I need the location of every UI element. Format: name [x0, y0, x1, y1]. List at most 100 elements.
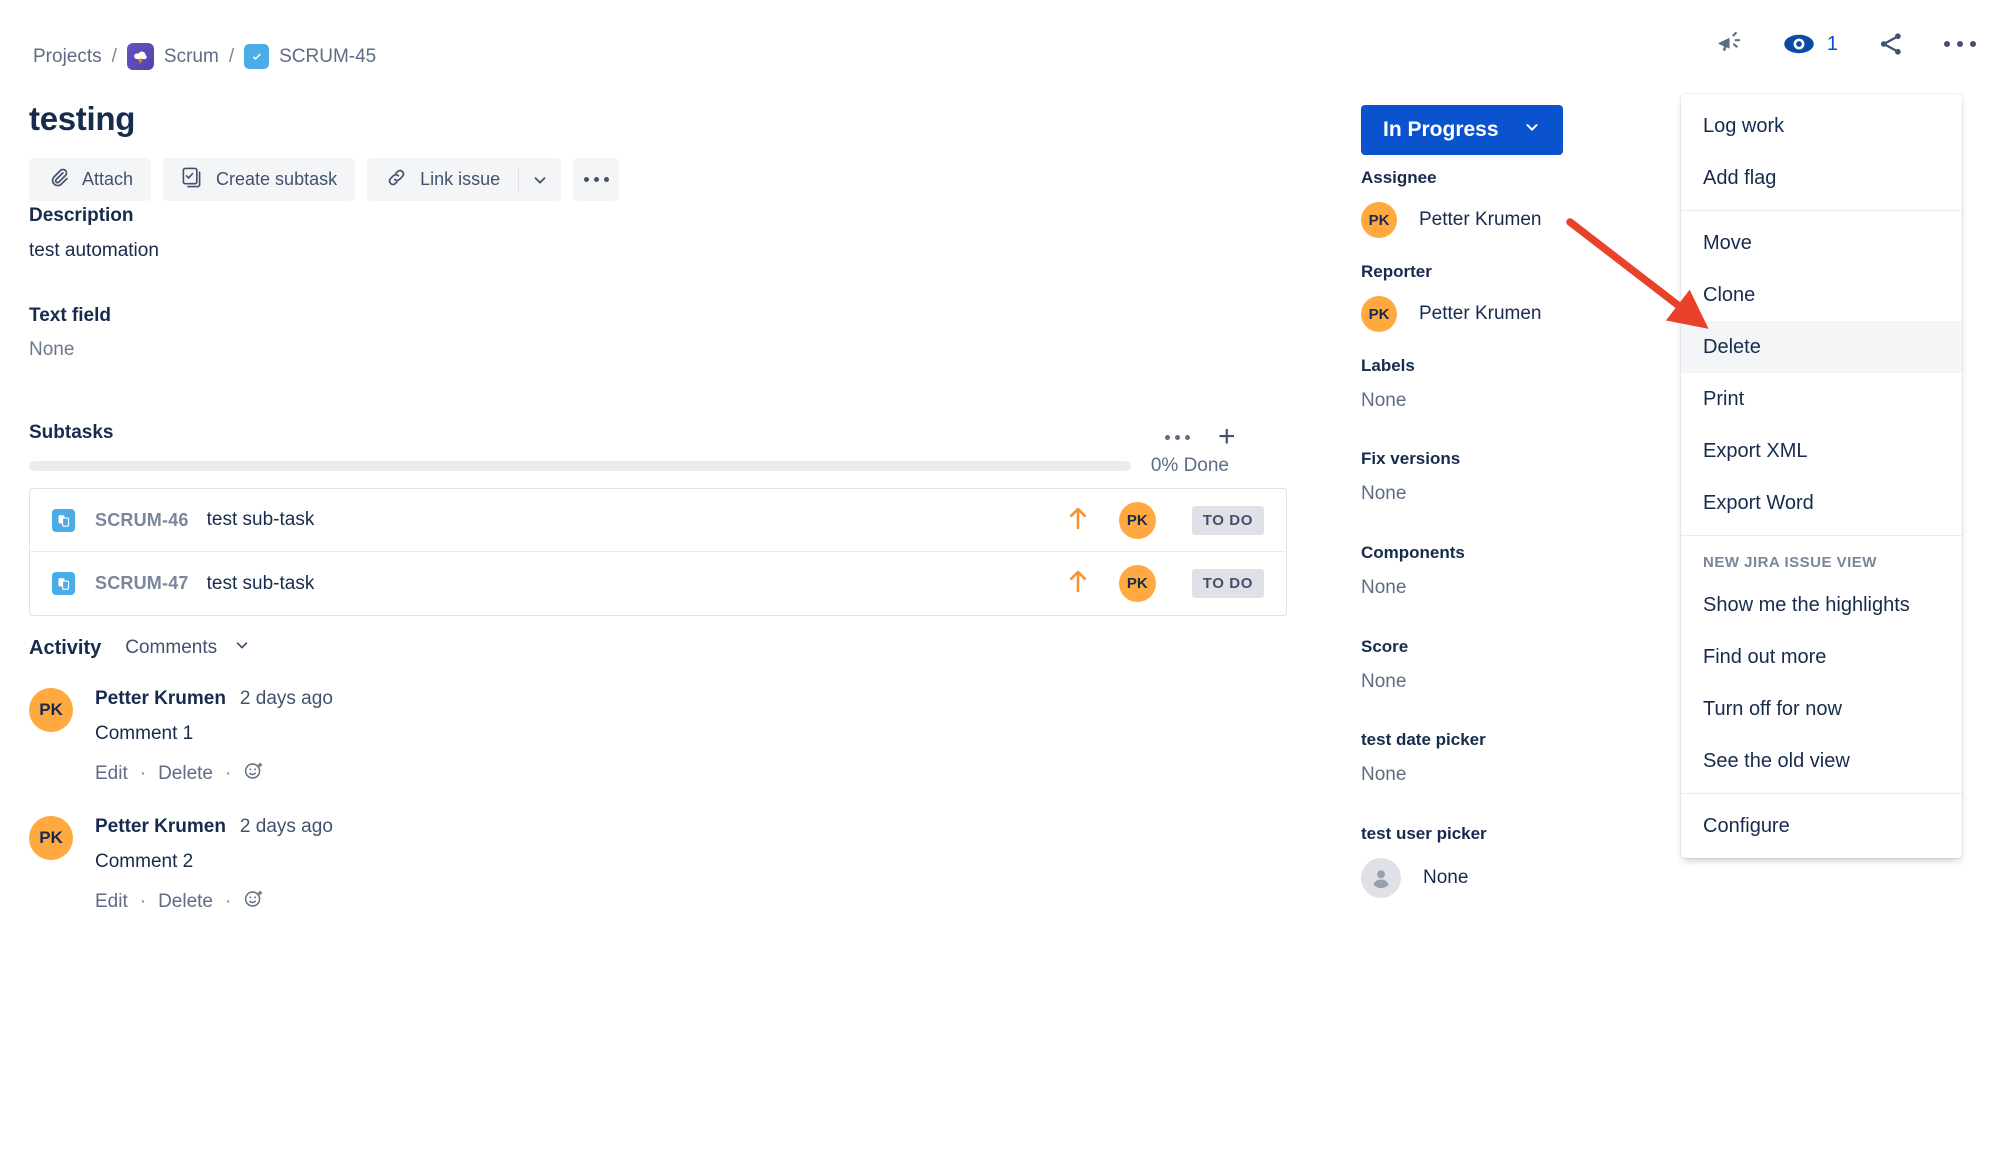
dot [1185, 434, 1190, 440]
priority-medium-icon[interactable] [1067, 505, 1089, 536]
comment-author[interactable]: Petter Krumen [95, 688, 226, 710]
add-reaction-icon[interactable] [243, 760, 265, 788]
default-user-avatar-icon [1361, 858, 1401, 898]
field-value[interactable]: None [1361, 577, 1465, 599]
sidebar-field-components: Components None [1361, 543, 1465, 599]
breadcrumb-separator-1: / [111, 45, 117, 67]
subtask-checkbox-icon [181, 166, 204, 194]
sidebar-field-test-user-picker: test user picker None [1361, 824, 1487, 898]
menu-item-print[interactable]: Print [1681, 373, 1962, 425]
page-title[interactable]: testing [29, 100, 135, 138]
field-label: test user picker [1361, 824, 1487, 843]
table-row[interactable]: SCRUM-47 test sub-task PK TO DO [30, 552, 1286, 615]
feedback-megaphone-icon[interactable] [1713, 28, 1745, 60]
breadcrumb-project-link[interactable]: Scrum [164, 46, 219, 68]
menu-section-heading: NEW JIRA ISSUE VIEW [1703, 554, 1877, 571]
field-label: Components [1361, 543, 1465, 562]
activity-filter-comments[interactable]: Comments [125, 636, 251, 660]
comment-delete-link[interactable]: Delete [158, 891, 213, 913]
menu-item-clone[interactable]: Clone [1681, 269, 1962, 321]
comment-edit-link[interactable]: Edit [95, 763, 128, 785]
text-field-value[interactable]: None [29, 339, 74, 361]
subtasks-progress: 0% Done [29, 455, 1229, 477]
menu-item-configure[interactable]: Configure [1681, 800, 1962, 852]
table-row[interactable]: SCRUM-46 test sub-task PK TO DO [30, 489, 1286, 552]
create-subtask-button[interactable]: Create subtask [163, 158, 356, 201]
dot [1970, 41, 1976, 47]
breadcrumb-projects-link[interactable]: Projects [33, 46, 102, 68]
comment-header: Petter Krumen 2 days ago [95, 816, 333, 838]
menu-item-export-xml[interactable]: Export XML [1681, 425, 1962, 477]
attach-button[interactable]: Attach [29, 158, 152, 201]
share-icon[interactable] [1876, 29, 1906, 59]
priority-medium-icon[interactable] [1067, 568, 1089, 599]
field-label: Fix versions [1361, 449, 1461, 468]
menu-item-move[interactable]: Move [1681, 217, 1962, 269]
field-value[interactable]: None [1361, 671, 1408, 693]
progress-label: 0% Done [1150, 455, 1229, 476]
sidebar-field-reporter: Reporter PK Petter Krumen [1361, 262, 1542, 332]
field-value-person[interactable]: PK Petter Krumen [1361, 202, 1542, 238]
progress-bar-track [29, 461, 1131, 471]
description-value[interactable]: test automation [29, 240, 159, 262]
comment-author[interactable]: Petter Krumen [95, 816, 226, 838]
comment-body: Comment 1 [95, 723, 194, 744]
field-value[interactable]: None [1361, 764, 1486, 786]
more-issue-actions-button[interactable] [573, 158, 620, 201]
menu-item-log-work[interactable]: Log work [1681, 100, 1962, 152]
dot [1175, 434, 1180, 440]
watch-eye-icon[interactable]: 1 [1783, 31, 1838, 57]
menu-item-see-the-old-view[interactable]: See the old view [1681, 735, 1962, 787]
link-issue-button[interactable]: Link issue [367, 158, 518, 201]
dot [1957, 41, 1963, 47]
separator: · [139, 891, 147, 912]
menu-item-add-flag[interactable]: Add flag [1681, 152, 1962, 204]
dot [583, 177, 589, 182]
breadcrumb: Projects / Scrum / SCRUM-45 [33, 43, 376, 70]
comment-body: Comment 2 [95, 851, 194, 872]
subtask-summary[interactable]: test sub-task [207, 509, 1067, 531]
menu-item-find-out-more[interactable]: Find out more [1681, 631, 1962, 683]
menu-item-show-me-the-highlights[interactable]: Show me the highlights [1681, 579, 1962, 631]
subtasks-more-icon[interactable] [1165, 434, 1190, 440]
subtask-summary[interactable]: test sub-task [207, 573, 1067, 595]
breadcrumb-issue-key[interactable]: SCRUM-45 [279, 46, 376, 68]
field-value[interactable]: None [1361, 483, 1460, 505]
field-label: Assignee [1361, 168, 1437, 187]
issue-action-bar: Attach Create subtask Link issue [29, 158, 620, 201]
field-value[interactable]: None [1361, 390, 1415, 412]
field-value-person[interactable]: None [1361, 858, 1487, 898]
avatar[interactable]: PK [1118, 565, 1156, 602]
menu-item-delete[interactable]: Delete [1681, 321, 1962, 373]
menu-item-export-word[interactable]: Export Word [1681, 477, 1962, 529]
activity-title: Activity [29, 636, 102, 659]
comment-edit-link[interactable]: Edit [95, 891, 128, 913]
add-subtask-icon[interactable]: + [1218, 422, 1236, 452]
avatar: PK [1361, 202, 1397, 238]
avatar[interactable]: PK [1118, 501, 1156, 539]
status-badge[interactable]: TO DO [1191, 505, 1264, 535]
status-button[interactable]: In Progress [1361, 105, 1563, 155]
breadcrumb-separator-2: / [228, 45, 235, 67]
field-value-person[interactable]: PK Petter Krumen [1361, 296, 1542, 332]
menu-separator [1681, 535, 1962, 536]
link-issue-button-label: Link issue [420, 169, 501, 189]
subtask-key-link[interactable]: SCRUM-46 [95, 510, 189, 531]
sidebar-field-test-date-picker: test date picker None [1361, 730, 1486, 786]
status-badge[interactable]: TO DO [1191, 569, 1264, 598]
comment-delete-link[interactable]: Delete [158, 763, 213, 785]
jira-issue-view: Projects / Scrum / SCRUM-45 1 testing At… [0, 0, 2010, 1162]
paperclip-icon [47, 166, 70, 194]
dot [1944, 41, 1950, 47]
person-name: Petter Krumen [1419, 209, 1542, 230]
comment-timestamp: 2 days ago [239, 816, 333, 837]
chevron-down-icon [233, 636, 251, 660]
watch-count: 1 [1826, 32, 1838, 55]
add-reaction-icon[interactable] [243, 888, 265, 916]
more-actions-icon[interactable] [1944, 41, 1976, 47]
subtask-key-link[interactable]: SCRUM-47 [95, 573, 189, 594]
link-issue-chevron-down-icon[interactable] [519, 158, 561, 201]
field-label: Labels [1361, 356, 1415, 375]
menu-item-turn-off-for-now[interactable]: Turn off for now [1681, 683, 1962, 735]
subtask-list: SCRUM-46 test sub-task PK TO DO SCRUM-47 test… [29, 488, 1287, 616]
